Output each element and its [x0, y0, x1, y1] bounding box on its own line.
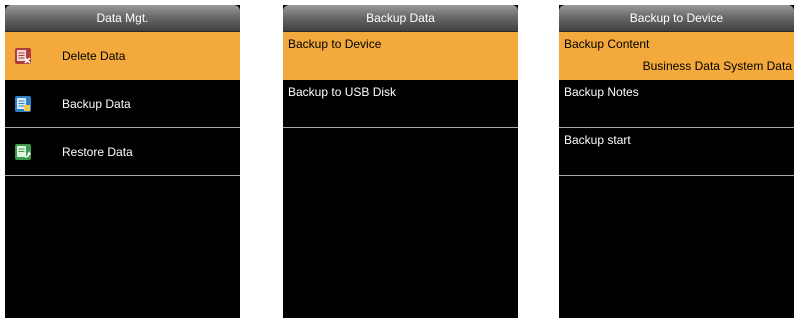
option-label: Backup to USB Disk: [288, 85, 397, 99]
menu-item-label: Restore Data: [62, 144, 133, 159]
data-mgt-screen: Data Mgt. Delete Data Backup Data Restor…: [5, 5, 240, 318]
delete-data-icon: [14, 47, 32, 65]
option-label: Backup Content: [564, 37, 650, 51]
option-backup-start[interactable]: Backup start: [559, 128, 794, 176]
menu-item-restore-data[interactable]: Restore Data: [5, 128, 240, 176]
option-backup-notes[interactable]: Backup Notes: [559, 80, 794, 128]
option-backup-content[interactable]: Backup Content Business Data System Data: [559, 32, 794, 80]
option-backup-to-device[interactable]: Backup to Device: [283, 32, 518, 80]
option-label: Backup Notes: [564, 85, 639, 99]
restore-data-icon: [14, 143, 32, 161]
option-label: Backup start: [564, 133, 631, 147]
option-backup-to-usb-disk[interactable]: Backup to USB Disk: [283, 80, 518, 128]
backup-data-screen: Backup Data Backup to Device Backup to U…: [283, 5, 518, 318]
screen-title: Backup to Device: [559, 5, 794, 32]
backup-data-icon: [14, 95, 32, 113]
menu-item-label: Delete Data: [62, 48, 126, 63]
screen-title: Data Mgt.: [5, 5, 240, 32]
option-value: Business Data System Data: [642, 59, 792, 73]
menu-item-label: Backup Data: [62, 96, 131, 111]
menu-item-delete-data[interactable]: Delete Data: [5, 32, 240, 80]
menu-item-backup-data[interactable]: Backup Data: [5, 80, 240, 128]
option-label: Backup to Device: [288, 37, 382, 51]
backup-to-device-screen: Backup to Device Backup Content Business…: [559, 5, 794, 318]
screen-title: Backup Data: [283, 5, 518, 32]
